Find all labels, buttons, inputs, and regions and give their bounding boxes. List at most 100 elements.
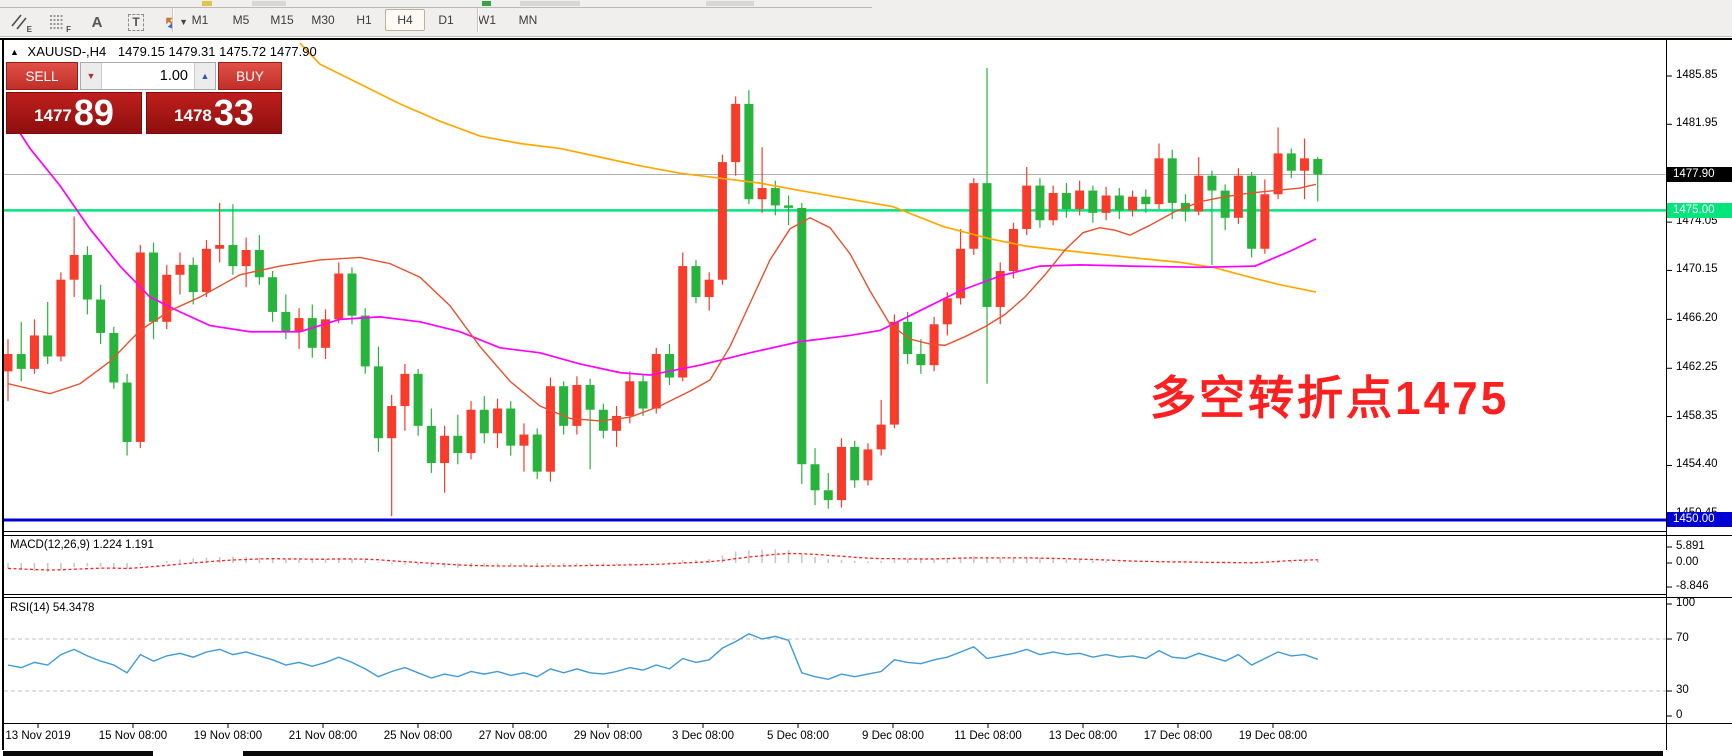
candle-up bbox=[467, 410, 476, 453]
candle-down bbox=[361, 316, 370, 367]
ohlc-values: 1479.15 1479.31 1475.72 1477.90 bbox=[118, 44, 317, 59]
candle-up bbox=[1049, 193, 1058, 220]
candle-up bbox=[1260, 194, 1269, 248]
candle-down bbox=[797, 208, 806, 464]
candle-up bbox=[1009, 229, 1018, 271]
candle-down bbox=[983, 183, 992, 307]
sell-button[interactable]: SELL bbox=[6, 62, 78, 90]
candle-up bbox=[546, 386, 555, 471]
candle-down bbox=[308, 318, 317, 348]
candle-up bbox=[202, 249, 211, 292]
candle-up bbox=[1102, 196, 1111, 213]
candle-down bbox=[17, 354, 26, 369]
bid-price-minor: 89 bbox=[74, 95, 114, 131]
support-price-tag: 1475.00 bbox=[1667, 203, 1732, 218]
candle-down bbox=[811, 464, 820, 490]
candle-up bbox=[652, 354, 661, 408]
mt4-window: E F A T ▼ M1M5M15M30H1H4D1W1MN bbox=[0, 0, 1732, 756]
candle-up bbox=[877, 425, 886, 450]
candle-down bbox=[744, 104, 753, 199]
candle-up bbox=[30, 335, 39, 368]
candle-down bbox=[1247, 176, 1256, 249]
candle-down bbox=[1088, 191, 1097, 213]
bid-price-display[interactable]: 1477 89 bbox=[6, 92, 142, 134]
candle-up bbox=[1075, 191, 1084, 210]
candle-down bbox=[506, 409, 515, 446]
candle-up bbox=[440, 436, 449, 463]
candle-down bbox=[347, 274, 356, 316]
candle-up bbox=[625, 381, 634, 416]
candle-up bbox=[215, 245, 224, 249]
volume-decrease-button[interactable]: ▼ bbox=[81, 63, 102, 89]
candle-up bbox=[1194, 176, 1203, 212]
candle-down bbox=[374, 366, 383, 438]
candle-up bbox=[1022, 186, 1031, 229]
candle-down bbox=[586, 385, 595, 410]
candle-down bbox=[1313, 159, 1322, 174]
candle-up bbox=[678, 266, 687, 377]
buy-button[interactable]: BUY bbox=[218, 62, 282, 90]
rsi-indicator-label: RSI(14) 54.3478 bbox=[10, 602, 94, 614]
macd-signal-line bbox=[8, 553, 1318, 570]
candle-down bbox=[427, 426, 436, 463]
ask-price-display[interactable]: 1478 33 bbox=[146, 92, 282, 134]
ma-fast-red bbox=[8, 184, 1316, 421]
volume-input[interactable]: 1.00 bbox=[102, 63, 194, 89]
candle-down bbox=[784, 205, 793, 207]
candle-down bbox=[1062, 193, 1071, 209]
candle-up bbox=[175, 265, 184, 275]
candle-up bbox=[295, 318, 304, 332]
candle-up bbox=[1234, 176, 1243, 218]
candle-down bbox=[916, 354, 925, 365]
ask-price-minor: 33 bbox=[214, 95, 254, 131]
candle-down bbox=[189, 265, 198, 292]
candle-up bbox=[1128, 197, 1137, 211]
candle-up bbox=[519, 435, 528, 446]
ma-slow-orange bbox=[300, 43, 1316, 292]
lower-price-tag: 1450.00 bbox=[1667, 512, 1732, 527]
candle-down bbox=[691, 266, 700, 297]
candle-down bbox=[123, 383, 132, 442]
candle-down bbox=[824, 490, 833, 500]
candle-down bbox=[83, 255, 92, 300]
candle-down bbox=[228, 245, 237, 266]
candle-down bbox=[559, 386, 568, 426]
candle-down bbox=[1115, 196, 1124, 211]
candle-down bbox=[1141, 197, 1150, 204]
candle-up bbox=[837, 447, 846, 500]
candle-down bbox=[1207, 176, 1216, 191]
candle-down bbox=[850, 447, 859, 480]
candle-up bbox=[1155, 158, 1164, 204]
candle-up bbox=[400, 374, 409, 406]
candle-down bbox=[453, 436, 462, 453]
candle-down bbox=[1168, 158, 1177, 203]
ask-price-major: 1478 bbox=[174, 101, 212, 131]
volume-increase-button[interactable]: ▲ bbox=[194, 63, 215, 89]
candle-down bbox=[533, 435, 542, 472]
macd-indicator-label: MACD(12,26,9) 1.224 1.191 bbox=[10, 539, 154, 551]
candle-up bbox=[493, 409, 502, 434]
candle-up bbox=[718, 162, 727, 280]
symbol-marker-icon: ▲ bbox=[10, 47, 19, 57]
rsi-line bbox=[8, 634, 1318, 680]
candle-up bbox=[387, 406, 396, 438]
candle-down bbox=[96, 300, 105, 333]
candle-up bbox=[56, 280, 65, 357]
chart-header: ▲ XAUUSD-,H4 1479.15 1479.31 1475.72 147… bbox=[10, 44, 317, 59]
candle-down bbox=[255, 250, 264, 277]
candle-down bbox=[1221, 191, 1230, 218]
candle-up bbox=[758, 188, 767, 199]
candle-up bbox=[705, 280, 714, 297]
one-click-trading-panel: SELL ▼ 1.00 ▲ BUY 1477 89 1478 33 bbox=[6, 62, 282, 134]
candle-down bbox=[149, 252, 158, 321]
candle-up bbox=[1274, 153, 1283, 194]
bid-price-major: 1477 bbox=[34, 101, 72, 131]
candle-down bbox=[480, 410, 489, 434]
candle-up bbox=[969, 183, 978, 249]
candle-down bbox=[268, 277, 277, 312]
candle-up bbox=[890, 322, 899, 425]
candle-up bbox=[70, 255, 79, 280]
candle-down bbox=[1287, 153, 1296, 170]
candle-up bbox=[4, 354, 13, 371]
candle-up bbox=[334, 274, 343, 320]
